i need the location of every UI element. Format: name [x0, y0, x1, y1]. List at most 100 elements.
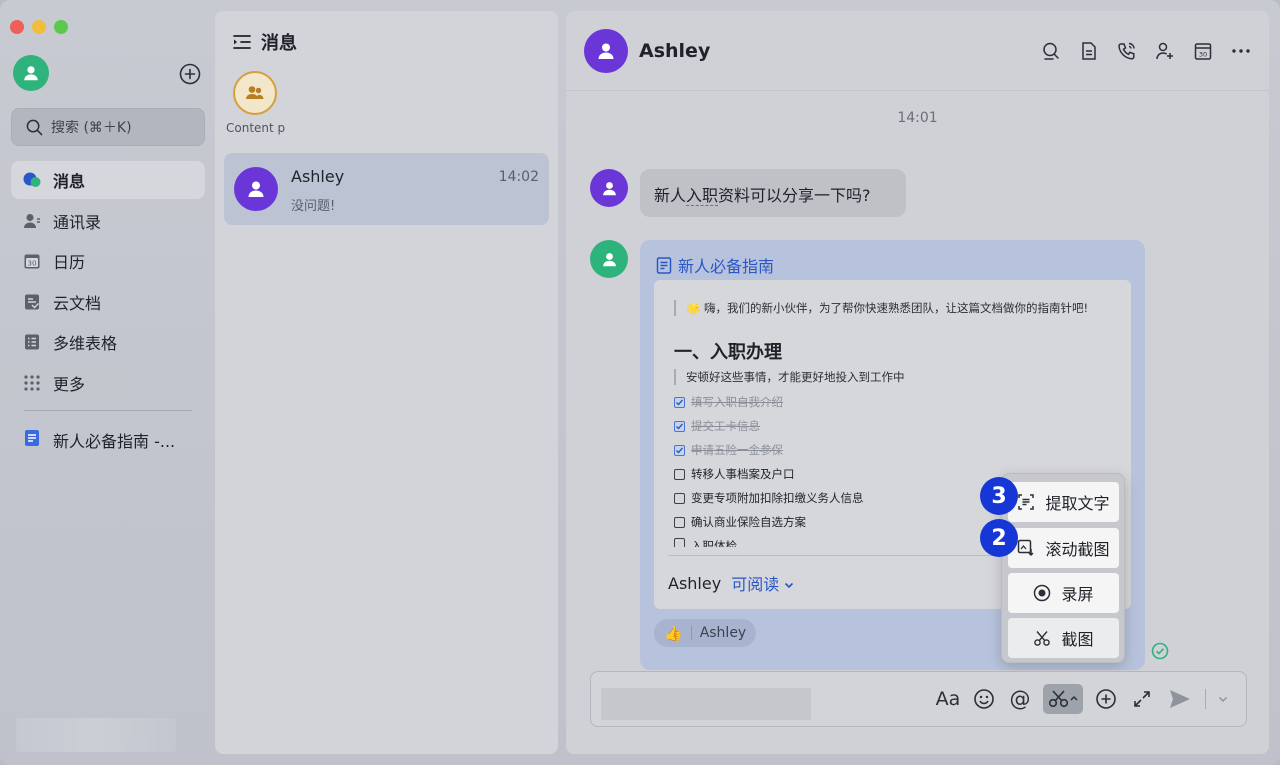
reaction-user: Ashley [699, 625, 747, 641]
chevron-down-icon[interactable] [1216, 686, 1230, 712]
menu-item-extract-text[interactable]: 提取文字 [1008, 482, 1119, 522]
extract-text-icon [1017, 493, 1035, 511]
more-options-icon[interactable] [1231, 41, 1251, 61]
group-label: Content p [226, 121, 286, 135]
chat-list-item[interactable]: Ashley 14:02 没问题! [224, 153, 549, 225]
todo-text: 填写入职自我介绍 [691, 395, 783, 409]
menu-item-scroll-screenshot[interactable]: 滚动截图 [1008, 528, 1119, 568]
sidebar-item-label: 通讯录 [53, 212, 102, 232]
sidebar-item-calendar[interactable]: 30 日历 [11, 242, 205, 280]
chevron-down-icon [785, 582, 794, 589]
sender-avatar[interactable] [590, 169, 628, 207]
doc-icon [656, 256, 672, 274]
reaction-chip[interactable]: 👍 Ashley [654, 619, 757, 647]
user-icon [598, 43, 614, 59]
search-chat-icon[interactable] [1041, 41, 1061, 61]
sidebar-item-base[interactable]: 多维表格 [11, 323, 205, 361]
menu-item-record-screen[interactable]: 录屏 [1008, 573, 1119, 613]
conversation-header: Ashley 30 [566, 11, 1269, 91]
contact-avatar [234, 167, 278, 211]
sidebar-item-more[interactable]: 更多 [11, 364, 205, 402]
scissors-icon [1048, 690, 1078, 708]
contact-avatar[interactable] [584, 29, 628, 73]
search-input[interactable]: 搜索 (⌘＋K) [11, 108, 205, 146]
svg-text:30: 30 [28, 260, 37, 268]
self-avatar[interactable] [13, 55, 49, 91]
read-status-check-icon [1151, 642, 1169, 660]
conversation-title: Ashley [639, 40, 711, 62]
create-button[interactable] [179, 63, 201, 85]
menu-item-label: 录屏 [1061, 585, 1094, 604]
collapse-menu-icon[interactable] [233, 34, 251, 50]
todo-text: 提交工卡信息 [691, 419, 760, 433]
svg-text:30: 30 [1199, 51, 1207, 59]
app-window: 搜索 (⌘＋K) 消息 通讯录 30 日历 云文档 多维表格 更多 新人必备指南… [0, 0, 1280, 765]
message-bubble[interactable]: 新人入职资料可以分享一下吗? [640, 169, 906, 217]
menu-item-label: 提取文字 [1045, 494, 1110, 513]
emoji-icon[interactable] [971, 686, 997, 712]
screenshot-tool-button[interactable] [1043, 684, 1083, 714]
scissors-icon [1033, 629, 1051, 647]
doc-permission-row: Ashley 可阅读 [668, 571, 794, 595]
unchecked-checkbox-icon [674, 492, 685, 504]
doc-card-title[interactable]: 新人必备指南 [656, 253, 774, 277]
sidebar-pinned-doc[interactable]: 新人必备指南 -... [11, 421, 205, 459]
sidebar-item-cloud-docs[interactable]: 云文档 [11, 283, 205, 321]
unchecked-checkbox-icon [674, 516, 685, 528]
base-table-icon [23, 333, 41, 351]
todo-item: 确认商业保险自选方案 [674, 514, 806, 530]
chat-list-header: 消息 [233, 29, 297, 55]
message-bubble-icon [23, 171, 41, 189]
doc-subtitle-quote: 安顿好这些事情，才能更好地投入到工作中 [674, 369, 905, 385]
self-avatar[interactable] [590, 240, 628, 278]
todo-text: 入职体检 [691, 539, 737, 547]
search-placeholder: 搜索 (⌘＋K) [51, 120, 132, 136]
message-timestamp: 14:01 [897, 110, 938, 126]
sidebar-item-label: 更多 [53, 374, 86, 394]
cloud-doc-icon [23, 293, 41, 311]
send-icon[interactable] [1165, 686, 1195, 712]
thumbs-up-icon: 👍 [664, 624, 683, 642]
menu-item-label: 滚动截图 [1045, 540, 1110, 559]
todo-item: 提交工卡信息 [674, 418, 760, 434]
sidebar-item-messages[interactable]: 消息 [11, 161, 205, 199]
menu-item-screenshot[interactable]: 截图 [1008, 618, 1119, 658]
todo-item: 填写入职自我介绍 [674, 394, 783, 410]
group-avatar[interactable] [233, 71, 277, 115]
doc-owner: Ashley [668, 573, 722, 593]
doc-heading: 一、入职办理 [674, 342, 782, 363]
expand-icon[interactable] [1129, 686, 1155, 712]
todo-text: 转移人事档案及户口 [691, 467, 795, 481]
sidebar-item-label: 云文档 [53, 293, 102, 313]
screenshot-menu: 提取文字 滚动截图 录屏 截图 [1001, 473, 1125, 663]
mention-icon[interactable]: @ [1007, 686, 1033, 712]
doc-icon[interactable] [1079, 41, 1099, 61]
composer-toolbar: Aa @ [935, 684, 1230, 714]
phone-icon[interactable] [1117, 41, 1137, 61]
add-member-icon[interactable] [1155, 41, 1175, 61]
message-input[interactable] [601, 688, 811, 720]
doc-permission-label: 可阅读 [731, 575, 780, 594]
todo-item: 变更专项附加扣除扣缴义务人信息 [674, 490, 864, 506]
user-icon [248, 181, 264, 197]
checked-checkbox-icon [674, 420, 685, 432]
calendar-icon[interactable]: 30 [1193, 41, 1213, 61]
sidebar-item-contacts[interactable]: 通讯录 [11, 202, 205, 240]
todo-text: 变更专项附加扣除扣缴义务人信息 [691, 491, 864, 505]
format-text-icon[interactable]: Aa [935, 686, 961, 712]
message-text-keyword[interactable]: 入职 [686, 186, 719, 206]
doc-intro-quote: 🌟 嗨，我们的新小伙伴，为了帮你快速熟悉团队，让这篇文档做你的指南针吧! [674, 300, 1088, 316]
doc-permission-dropdown[interactable]: 可阅读 [731, 571, 794, 595]
search-icon [26, 119, 43, 135]
doc-icon [23, 429, 41, 451]
step-badge-3: 3 [980, 477, 1018, 515]
plus-circle-icon [179, 63, 201, 85]
sidebar: 搜索 (⌘＋K) 消息 通讯录 30 日历 云文档 多维表格 更多 新人必备指南… [0, 0, 214, 765]
user-icon [602, 181, 616, 195]
pinned-doc-label: 新人必备指南 -... [53, 432, 176, 451]
contact-name: Ashley [291, 167, 345, 186]
plus-circle-icon[interactable] [1093, 686, 1119, 712]
record-screen-icon [1033, 584, 1051, 602]
message-composer[interactable]: Aa @ [590, 671, 1247, 727]
sidebar-divider [24, 410, 192, 411]
